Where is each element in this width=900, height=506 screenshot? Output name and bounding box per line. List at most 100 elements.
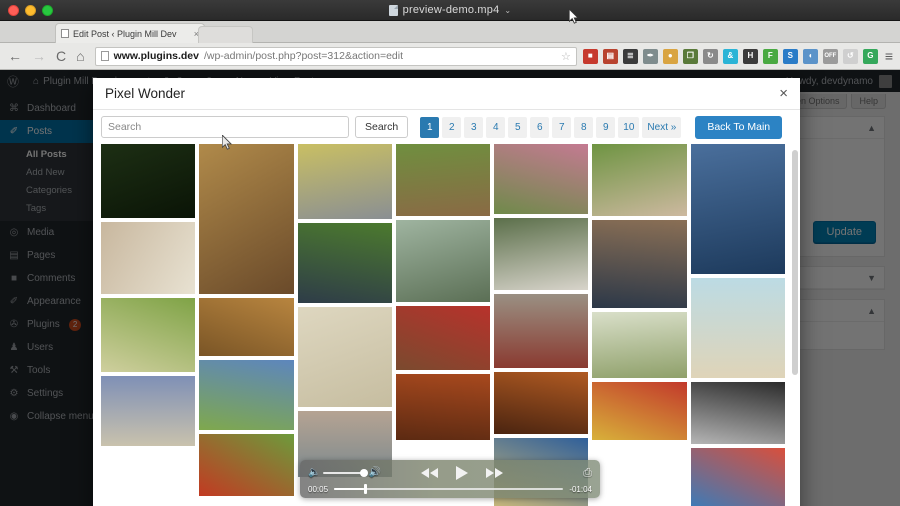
eyedropper-extension[interactable]: ✒ — [642, 48, 658, 64]
search-button[interactable]: Search — [355, 116, 409, 138]
modal-scrollbar[interactable] — [792, 150, 798, 375]
macos-titlebar: preview-demo.mp4 ⌄ — [0, 0, 900, 21]
back-to-main-button[interactable]: Back To Main — [695, 115, 783, 139]
ampersand-extension[interactable]: & — [722, 48, 738, 64]
gallery-thumbnail[interactable] — [297, 307, 392, 407]
layers-extension[interactable]: ≣ — [622, 48, 638, 64]
video-controls-top-row: 🔈 🔊 ⎙ — [308, 464, 592, 483]
page-8-button[interactable]: 8 — [574, 116, 594, 138]
extension-toolbar: ■ ▤ ≣ ✒ ● ❐ ↻ & H F S ◖ OFF ↺ G ≡ — [582, 48, 900, 64]
fast-forward-icon[interactable] — [486, 468, 503, 478]
scrubber[interactable] — [334, 484, 564, 494]
navigation-buttons: ← → C ⌂ — [0, 49, 85, 63]
share-icon[interactable]: ⎙ — [583, 467, 592, 479]
chevron-down-icon[interactable]: ⌄ — [504, 6, 511, 15]
page-7-button[interactable]: 7 — [552, 116, 572, 138]
browser-tab-strip: Edit Post ‹ Plugin Mill Dev × — [0, 21, 900, 43]
video-controls-bottom-row: 00:05 -01:04 — [308, 483, 592, 496]
forward-icon[interactable]: → — [32, 49, 46, 63]
off-extension[interactable]: OFF — [822, 48, 838, 64]
url-path: /wp-admin/post.php?post=312&action=edit — [203, 50, 404, 62]
page-9-button[interactable]: 9 — [596, 116, 616, 138]
close-icon[interactable]: × — [779, 86, 788, 101]
copy-extension[interactable]: ❐ — [682, 48, 698, 64]
gallery-thumbnail[interactable] — [592, 312, 687, 378]
cookie-extension[interactable]: ● — [662, 48, 678, 64]
transport-controls — [421, 466, 503, 480]
gallery-thumbnail[interactable] — [297, 144, 392, 219]
current-time: 00:05 — [308, 484, 329, 494]
gallery-thumbnail[interactable] — [494, 218, 589, 290]
gallery-thumbnail[interactable] — [690, 382, 785, 444]
gallery-thumbnail[interactable] — [199, 434, 294, 496]
lastpass-extension[interactable]: ■ — [582, 48, 598, 64]
home-icon[interactable]: ⌂ — [76, 49, 84, 63]
gallery-thumbnail[interactable] — [690, 278, 785, 378]
modal-toolbar: Search 12345678910Next » Back To Main — [93, 110, 800, 144]
search-input[interactable] — [101, 116, 349, 138]
address-bar[interactable]: www.plugins.dev/wp-admin/post.php?post=3… — [94, 46, 577, 66]
volume-high-icon[interactable]: 🔊 — [368, 468, 380, 478]
gallery-thumbnail[interactable] — [199, 144, 294, 294]
g-extension[interactable]: G — [862, 48, 878, 64]
page-10-button[interactable]: 10 — [618, 116, 640, 138]
gallery-thumbnail[interactable] — [592, 220, 687, 308]
browser-menu-icon[interactable]: ≡ — [883, 48, 893, 64]
back-icon[interactable]: ← — [8, 49, 22, 63]
browser-tab-active[interactable]: Edit Post ‹ Plugin Mill Dev × — [55, 23, 205, 43]
image-gallery-grid — [93, 144, 800, 506]
page-2-button[interactable]: 2 — [442, 116, 462, 138]
s-extension[interactable]: S — [782, 48, 798, 64]
browser-tab-inactive[interactable] — [198, 26, 253, 43]
drop-extension[interactable]: ◖ — [802, 48, 818, 64]
play-icon[interactable] — [456, 466, 468, 480]
gallery-thumbnail[interactable] — [199, 298, 294, 356]
gallery-thumbnail[interactable] — [592, 144, 687, 216]
page-3-button[interactable]: 3 — [464, 116, 484, 138]
reload-icon[interactable]: C — [56, 49, 66, 63]
gallery-thumbnail[interactable] — [395, 374, 491, 440]
scrubber-handle[interactable] — [363, 484, 367, 494]
modal-header: Pixel Wonder × — [93, 78, 800, 110]
gallery-thumbnail[interactable] — [690, 448, 785, 506]
page-1-button[interactable]: 1 — [420, 116, 440, 138]
gallery-thumbnail[interactable] — [494, 372, 589, 434]
scrubber-progress — [334, 488, 364, 490]
tab-favicon — [61, 29, 69, 38]
page-info-icon — [100, 51, 109, 61]
page-4-button[interactable]: 4 — [486, 116, 506, 138]
gallery-thumbnail[interactable] — [494, 294, 589, 368]
window-title-text: preview-demo.mp4 — [402, 4, 500, 16]
rewind-icon[interactable] — [421, 468, 438, 478]
f-extension[interactable]: F — [762, 48, 778, 64]
gallery-thumbnail[interactable] — [101, 144, 196, 218]
screenshot-root: preview-demo.mp4 ⌄ Edit Post ‹ Plugin Mi… — [0, 0, 900, 506]
video-player-controls: 🔈 🔊 ⎙ 00:05 -01:04 — [300, 460, 600, 498]
gallery-thumbnail[interactable] — [297, 223, 392, 303]
gallery-thumbnail[interactable] — [395, 144, 491, 216]
gallery-thumbnail[interactable] — [592, 382, 687, 440]
browser-toolbar: ← → C ⌂ www.plugins.dev/wp-admin/post.ph… — [0, 43, 900, 70]
h-extension[interactable]: H — [742, 48, 758, 64]
gallery-thumbnail[interactable] — [101, 222, 196, 294]
gallery-thumbnail[interactable] — [395, 220, 491, 302]
next-page-button[interactable]: Next » — [642, 116, 682, 138]
gallery-thumbnail[interactable] — [494, 144, 589, 214]
file-icon — [388, 4, 398, 16]
gallery-thumbnail[interactable] — [101, 298, 196, 372]
tab-title: Edit Post ‹ Plugin Mill Dev — [73, 28, 177, 39]
page-5-button[interactable]: 5 — [508, 116, 528, 138]
volume-control[interactable]: 🔈 🔊 — [308, 468, 381, 478]
refresh-extension[interactable]: ↻ — [702, 48, 718, 64]
gallery-thumbnail[interactable] — [690, 144, 785, 274]
flag-extension[interactable]: ▤ — [602, 48, 618, 64]
gallery-thumbnail[interactable] — [395, 306, 491, 370]
volume-slider[interactable] — [323, 469, 369, 477]
page-6-button[interactable]: 6 — [530, 116, 550, 138]
gallery-thumbnail[interactable] — [101, 376, 196, 446]
bookmark-star-icon[interactable]: ☆ — [561, 50, 571, 63]
volume-low-icon[interactable]: 🔈 — [308, 468, 320, 478]
spinner-extension[interactable]: ↺ — [842, 48, 858, 64]
gallery-thumbnail[interactable] — [199, 360, 294, 430]
pagination: 1 2 3 4 5 6 7 8 9 10 Next » — [420, 116, 682, 138]
